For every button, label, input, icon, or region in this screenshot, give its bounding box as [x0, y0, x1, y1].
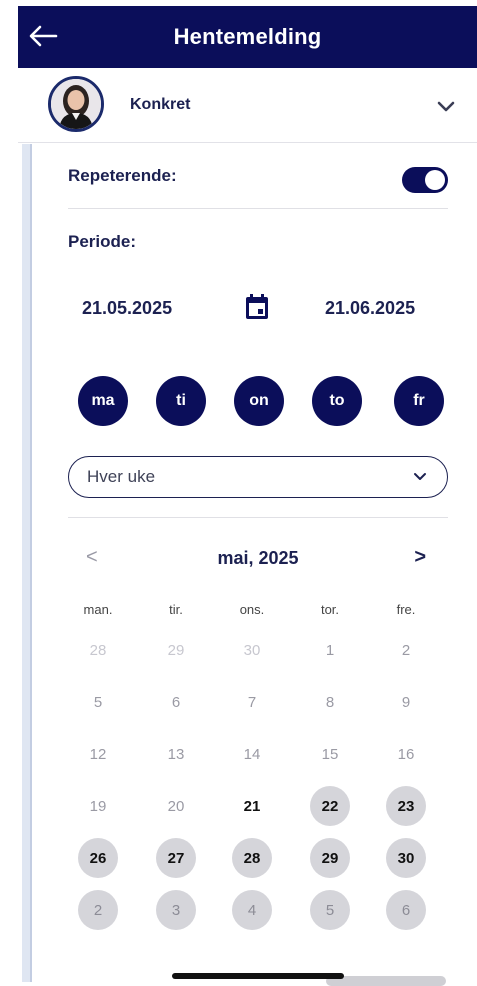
home-indicator-shadow [326, 976, 446, 986]
page-title: Hentemelding [173, 24, 322, 49]
calendar-day[interactable]: 22 [310, 786, 350, 826]
repeat-toggle[interactable] [402, 167, 448, 193]
calendar-day: 28 [89, 641, 107, 659]
calendar-day[interactable]: 14 [232, 734, 272, 774]
frequency-select[interactable]: Hver uke [68, 456, 448, 498]
child-name: Konkret [130, 96, 191, 113]
period-label: Periode: [68, 232, 137, 251]
calendar-day[interactable]: 21 [232, 786, 272, 826]
calendar-header: < mai, 2025 > [68, 546, 448, 576]
calendar-day[interactable]: 7 [232, 682, 272, 722]
weekday-header: man. [83, 602, 113, 617]
calendar-day[interactable]: 12 [78, 734, 118, 774]
calendar-day[interactable]: 26 [78, 838, 118, 878]
weekday-button[interactable]: to [312, 376, 362, 426]
home-indicator [172, 973, 344, 979]
weekday-button[interactable]: on [234, 376, 284, 426]
calendar-day[interactable]: 9 [386, 682, 426, 722]
avatar [48, 76, 104, 132]
calendar-day[interactable]: 8 [310, 682, 350, 722]
calendar-day[interactable]: 19 [78, 786, 118, 826]
date-picker-button[interactable] [244, 293, 270, 321]
scroll-track [22, 144, 32, 982]
calendar-day[interactable]: 5 [310, 890, 350, 930]
toggle-knob [425, 170, 445, 190]
weekday-button[interactable]: ti [156, 376, 206, 426]
calendar-day[interactable]: 6 [386, 890, 426, 930]
calendar-day[interactable]: 28 [232, 838, 272, 878]
calendar-day[interactable]: 1 [310, 630, 350, 670]
calendar-day[interactable]: 6 [156, 682, 196, 722]
calendar-day[interactable]: 27 [156, 838, 196, 878]
repeat-row: Repeterende: [68, 166, 448, 206]
calendar-day[interactable]: 13 [156, 734, 196, 774]
weekday-header: tir. [169, 602, 183, 617]
date-from[interactable]: 21.05.2025 [82, 298, 172, 319]
weekday-button[interactable]: ma [78, 376, 128, 426]
calendar-day[interactable]: 3 [156, 890, 196, 930]
next-month-button[interactable]: > [414, 546, 426, 569]
calendar-day[interactable]: 2 [386, 630, 426, 670]
calendar-day[interactable]: 5 [78, 682, 118, 722]
calendar-day[interactable]: 16 [386, 734, 426, 774]
calendar-day[interactable]: 15 [310, 734, 350, 774]
app-header: Hentemelding [18, 6, 477, 68]
weekday-button[interactable]: fr [394, 376, 444, 426]
weekday-selector: ma ti on to fr [78, 376, 450, 426]
frequency-value: Hver uke [87, 467, 156, 486]
chevron-down-icon [414, 473, 426, 480]
child-dropdown-button[interactable] [435, 96, 457, 116]
calendar-day[interactable]: 29 [310, 838, 350, 878]
calendar-day: 30 [243, 641, 261, 659]
calendar-day: 29 [167, 641, 185, 659]
divider [68, 208, 448, 209]
weekday-header: fre. [396, 602, 416, 617]
calendar-day[interactable]: 2 [78, 890, 118, 930]
weekday-header: tor. [320, 602, 340, 617]
calendar-day[interactable]: 4 [232, 890, 272, 930]
repeat-label: Repeterende: [68, 166, 177, 185]
calendar-day[interactable]: 20 [156, 786, 196, 826]
calendar-icon [246, 294, 268, 319]
divider [68, 517, 448, 518]
child-selector[interactable]: Konkret [18, 70, 477, 143]
weekday-header: ons. [239, 602, 265, 617]
date-to[interactable]: 21.06.2025 [325, 298, 415, 319]
chevron-down-icon [437, 101, 455, 112]
month-label: mai, 2025 [217, 548, 299, 568]
calendar-day[interactable]: 23 [386, 786, 426, 826]
calendar-day[interactable]: 30 [386, 838, 426, 878]
